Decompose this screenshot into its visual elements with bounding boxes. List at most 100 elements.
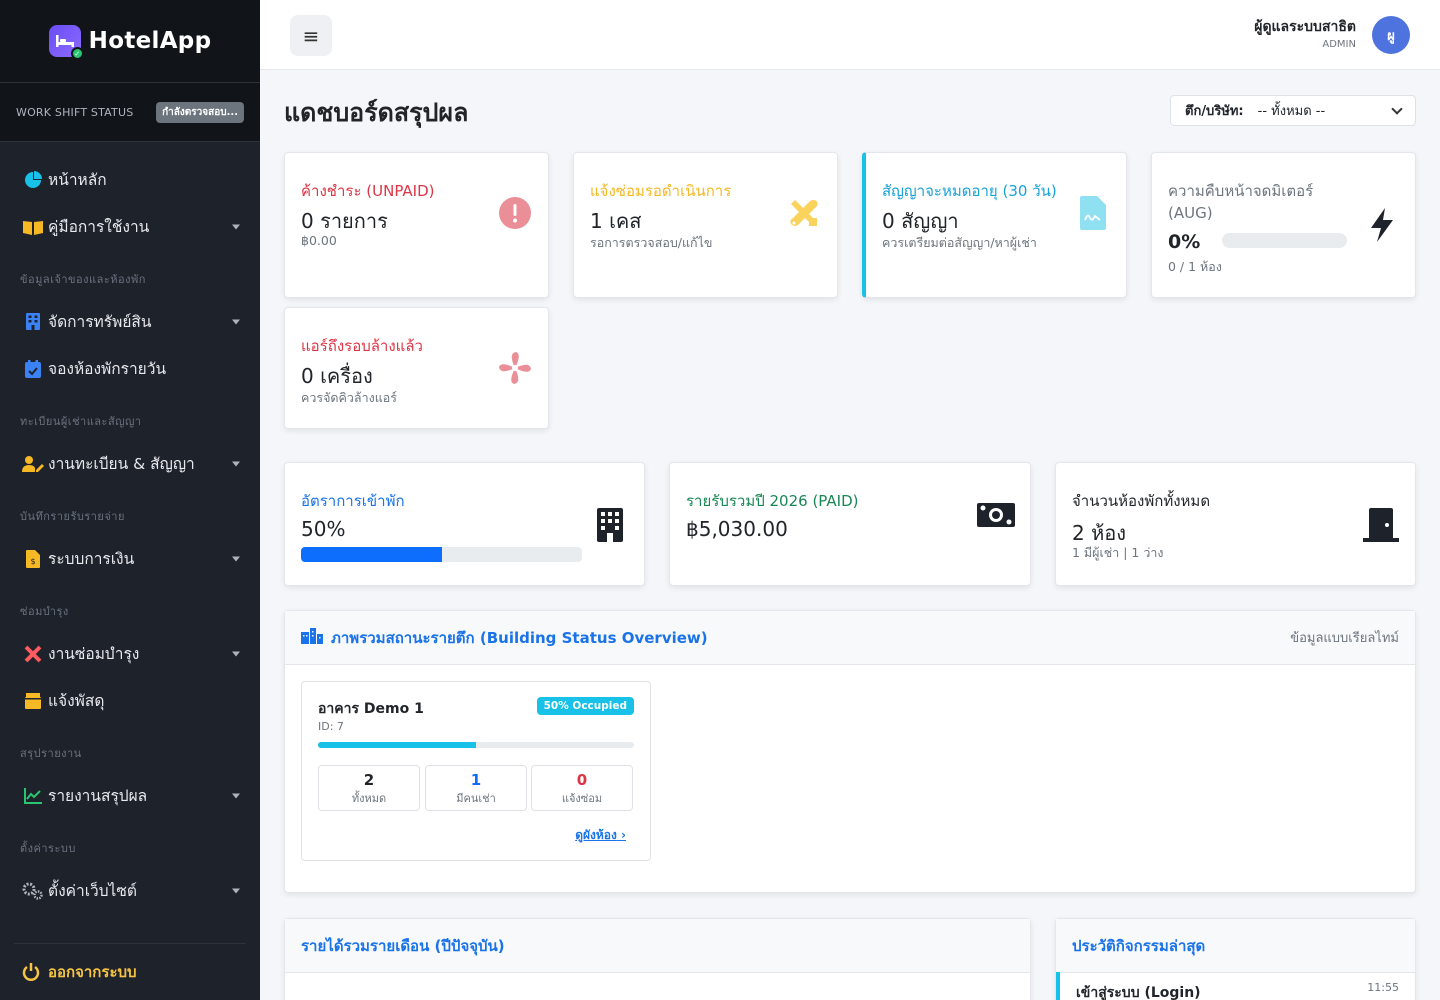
brand-name: HotelApp <box>88 28 212 54</box>
activity-panel: ประวัติกิจกรรมล่าสุด เข้าสู่ระบบ (Login)… <box>1055 918 1416 1000</box>
avatar[interactable]: ผู <box>1372 16 1410 54</box>
rooms-card[interactable]: จำนวนห้องพักทั้งหมด 2 ห้อง 1 มีผู้เช่า |… <box>1055 462 1416 586</box>
sidebar-menu: หน้าหลัก คู่มือการใช้งาน ข้อมูลเจ้าของแล… <box>0 142 260 914</box>
caret-down-icon <box>232 556 240 561</box>
stat-rented: 1 มีคนเช่า <box>425 765 527 811</box>
check-badge-icon: ✓ <box>70 47 84 60</box>
revenue-card[interactable]: รายรับรวมปี 2026 (PAID) ฿5,030.00 <box>669 462 1031 586</box>
stat-total: 2 ทั้งหมด <box>318 765 420 811</box>
sidebar-item-assets[interactable]: จัดการทรัพย์สิน <box>0 298 260 345</box>
building-id: ID: 7 <box>318 720 344 733</box>
monthly-revenue-panel: รายได้รวมรายเดือน (ปีปัจจุบัน) <box>284 918 1031 1000</box>
gears-icon <box>22 881 44 901</box>
revenue-title: รายรับรวมปี 2026 (PAID) <box>686 492 859 510</box>
sidebar-item-registration[interactable]: งานทะเบียน & สัญญา <box>0 440 260 487</box>
occupancy-progress-fill <box>301 547 442 562</box>
sidebar-item-label: หน้าหลัก <box>48 171 107 189</box>
realtime-label: ข้อมูลแบบเรียลไทม์ <box>1290 631 1399 646</box>
building-card[interactable]: อาคาร Demo 1 ID: 7 50% Occupied 2 ทั้งหม… <box>301 681 651 861</box>
monthly-header: รายได้รวมรายเดือน (ปีปัจจุบัน) <box>285 919 1030 973</box>
unpaid-title: ค้างชำระ (UNPAID) <box>301 182 435 200</box>
building-filter-select[interactable]: ตึก/บริษัท: -- ทั้งหมด -- <box>1170 95 1416 126</box>
sidebar-item-finance[interactable]: $ ระบบการเงิน <box>0 535 260 582</box>
stat-rented-num: 1 <box>470 771 482 789</box>
caret-down-icon <box>232 461 240 466</box>
sidebar-item-label: ตั้งค่าเว็บไซต์ <box>48 882 137 900</box>
occupancy-card[interactable]: อัตราการเข้าพัก 50% <box>284 462 645 586</box>
aircon-sub: ควรจัดคิวล้างแอร์ <box>301 390 397 405</box>
meter-sub: 0 / 1 ห้อง <box>1168 259 1222 274</box>
hamburger-menu-icon[interactable]: ≡ <box>290 15 332 56</box>
revenue-value: ฿5,030.00 <box>686 517 788 541</box>
shift-status-badge: กำลังตรวจสอบ... <box>156 101 244 123</box>
bolt-icon <box>1365 207 1399 243</box>
monthly-title: รายได้รวมรายเดือน (ปีปัจจุบัน) <box>301 936 505 955</box>
user-edit-icon <box>22 454 44 474</box>
menu-section-tenant: ทะเบียนผู้เช่าและสัญญา <box>20 415 142 428</box>
meter-value: 0% <box>1168 231 1201 253</box>
activity-item: เข้าสู่ระบบ (Login) <box>1076 985 1201 1000</box>
sidebar-item-daily-booking[interactable]: จองห้องพักรายวัน <box>0 345 260 392</box>
caret-down-icon <box>232 793 240 798</box>
occupancy-progress-bar <box>301 547 582 562</box>
meter-progress-bar <box>1222 233 1347 248</box>
door-icon <box>1361 505 1401 545</box>
sidebar-item-report[interactable]: รายงานสรุปผล <box>0 772 260 819</box>
stat-repair-num: 0 <box>576 771 588 789</box>
rooms-title: จำนวนห้องพักทั้งหมด <box>1072 492 1211 510</box>
unpaid-card[interactable]: ค้างชำระ (UNPAID) 0 รายการ ฿0.00 <box>284 152 549 298</box>
aircon-card[interactable]: แอร์ถึงรอบล้างแล้ว 0 เครื่อง ควรจัดคิวล้… <box>284 307 549 429</box>
activity-marker <box>1056 972 1060 1000</box>
page-title: แดชบอร์ดสรุปผล <box>284 98 469 127</box>
contract-card[interactable]: สัญญาจะหมดอายุ (30 วัน) 0 สัญญา ควรเตรีย… <box>862 152 1127 298</box>
building-occupancy-bar <box>318 742 634 748</box>
stat-rented-label: มีคนเช่า <box>456 792 496 805</box>
view-room-map-link[interactable]: ดูผังห้อง › <box>575 826 626 845</box>
meter-title: ความคืบหน้าจดมิเตอร์ <box>1168 182 1314 200</box>
sidebar-item-parcel[interactable]: แจ้งพัสดุ <box>0 677 260 724</box>
building-name: อาคาร Demo 1 <box>318 701 424 717</box>
city-icon <box>301 627 323 648</box>
activity-header: ประวัติกิจกรรมล่าสุด <box>1056 919 1415 973</box>
shift-label: WORK SHIFT STATUS <box>16 105 134 119</box>
sidebar-item-manual[interactable]: คู่มือการใช้งาน <box>0 203 260 250</box>
menu-section-finance: บันทึกรายรับรายจ่าย <box>20 510 125 523</box>
building-overview-panel: ภาพรวมสถานะรายตึก (Building Status Overv… <box>284 610 1416 893</box>
brand[interactable]: ✓ HotelApp <box>0 0 260 82</box>
chevron-down-icon <box>1391 102 1403 115</box>
repair-title: แจ้งซ่อมรอดำเนินการ <box>590 182 732 200</box>
user-role: ADMIN <box>1322 39 1356 50</box>
fan-icon <box>498 350 532 386</box>
tools-icon <box>787 195 821 231</box>
overview-title: ภาพรวมสถานะรายตึก (Building Status Overv… <box>301 626 708 650</box>
sidebar-item-label: ระบบการเงิน <box>48 550 135 568</box>
filter-label: ตึก/บริษัท: <box>1185 104 1244 119</box>
invoice-dollar-icon: $ <box>22 549 44 569</box>
chevron-right-icon: › <box>621 828 626 842</box>
money-bill-icon <box>976 495 1016 535</box>
occupancy-title: อัตราการเข้าพัก <box>301 492 405 510</box>
sidebar-item-website-settings[interactable]: ตั้งค่าเว็บไซต์ <box>0 867 260 914</box>
caret-down-icon <box>232 224 240 229</box>
menu-section-settings: ตั้งค่าระบบ <box>20 842 76 855</box>
sidebar: ✓ HotelApp WORK SHIFT STATUS กำลังตรวจสอ… <box>0 0 260 1000</box>
sidebar-item-label: จองห้องพักรายวัน <box>48 360 167 378</box>
power-icon <box>22 963 48 981</box>
svg-text:$: $ <box>30 557 35 566</box>
activity-title: ประวัติกิจกรรมล่าสุด <box>1072 936 1206 955</box>
logout-button[interactable]: ออกจากระบบ <box>14 943 246 1000</box>
line-chart-icon <box>22 786 44 806</box>
sidebar-item-maintenance[interactable]: งานซ่อมบำรุง <box>0 630 260 677</box>
meter-card[interactable]: ความคืบหน้าจดมิเตอร์ (AUG) 0% 0 / 1 ห้อง <box>1151 152 1416 298</box>
hotel-bed-icon: ✓ <box>48 25 84 60</box>
sidebar-item-home[interactable]: หน้าหลัก <box>0 156 260 203</box>
repair-card[interactable]: แจ้งซ่อมรอดำเนินการ 1 เคส รอการตรวจสอบ/แ… <box>573 152 838 298</box>
menu-section-report: สรุปรายงาน <box>20 747 82 760</box>
occupancy-value: 50% <box>301 517 346 541</box>
building-occupancy-fill <box>318 742 476 748</box>
book-open-icon <box>22 217 44 237</box>
sidebar-item-label: รายงานสรุปผล <box>48 787 148 805</box>
overview-header: ภาพรวมสถานะรายตึก (Building Status Overv… <box>285 611 1415 665</box>
pie-chart-icon <box>22 170 44 190</box>
user-name[interactable]: ผู้ดูแลระบบสาธิต <box>1254 16 1356 38</box>
